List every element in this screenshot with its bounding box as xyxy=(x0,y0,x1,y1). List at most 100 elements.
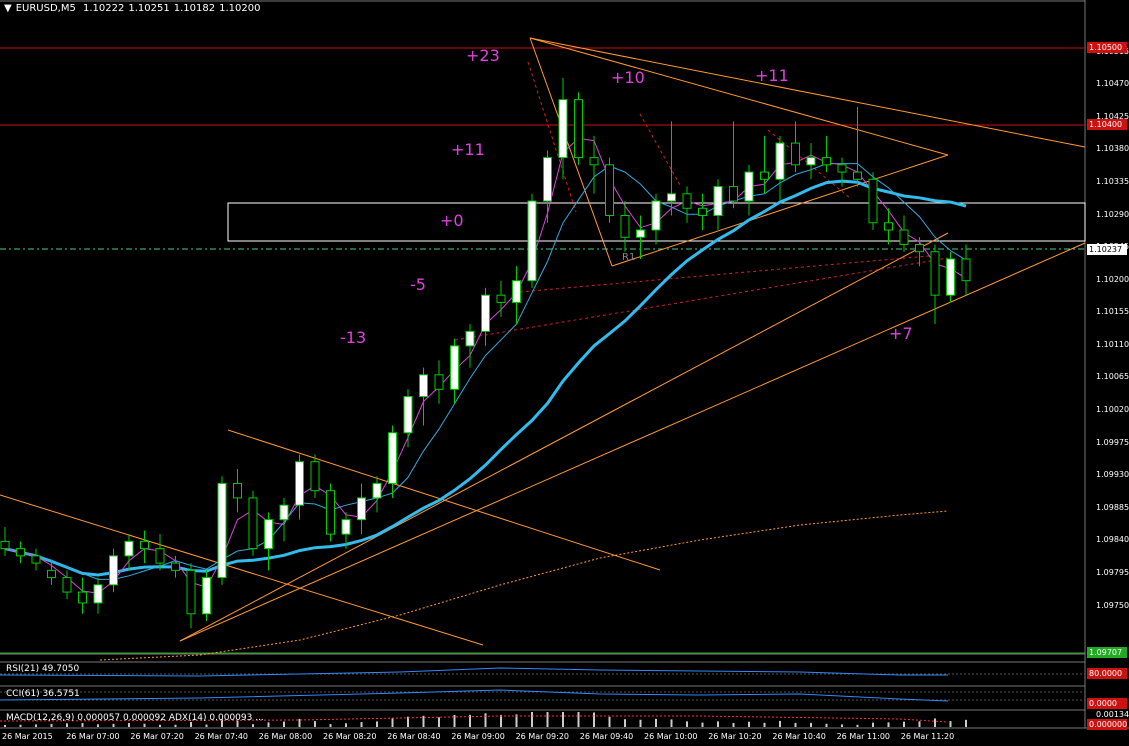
candle-body xyxy=(78,591,87,604)
candle-body xyxy=(543,157,552,202)
candle-body xyxy=(186,569,196,615)
candle-body xyxy=(403,396,413,434)
macd-bar xyxy=(949,721,952,727)
pip-label: +10 xyxy=(611,68,645,87)
macd-bar xyxy=(701,722,704,727)
candle-body xyxy=(775,142,785,180)
r1-label: R1 xyxy=(622,252,636,263)
time-tick: 26 Mar 10:20 xyxy=(708,732,762,741)
macd-bar xyxy=(717,721,719,727)
candle-body xyxy=(713,186,723,217)
price-chart[interactable] xyxy=(0,0,1129,746)
candle-body xyxy=(760,171,769,180)
trendline-down-2 xyxy=(227,429,661,571)
price-tick: 1.09795 xyxy=(1096,567,1129,577)
macd-bar xyxy=(639,719,642,727)
candle-body xyxy=(899,229,909,245)
price-tick: 1.10110 xyxy=(1096,339,1129,349)
candle-body xyxy=(31,555,41,564)
candle-body xyxy=(295,461,304,506)
macd-bar xyxy=(872,722,874,727)
time-tick: 26 Mar 10:40 xyxy=(772,732,826,741)
price-tick: 1.10335 xyxy=(1096,176,1129,186)
symbol-label: EURUSD,M5 xyxy=(15,3,76,14)
candle-body xyxy=(837,164,847,173)
candle-body xyxy=(124,540,134,557)
candle-body xyxy=(248,497,258,550)
ma-fast-line xyxy=(4,137,967,594)
rsi-label: RSI(21) 49.7050 xyxy=(6,664,80,674)
candle-body xyxy=(620,215,630,238)
ohlc-low: 1.10182 xyxy=(173,3,216,14)
macd-bar xyxy=(438,717,440,727)
candle-body xyxy=(853,171,862,180)
candle-body xyxy=(481,294,490,332)
candle-body xyxy=(729,186,738,202)
dropdown-triangle-icon[interactable]: ▼ xyxy=(4,3,12,14)
macd-bar xyxy=(934,718,936,727)
candle-body xyxy=(434,374,444,390)
candle-body xyxy=(341,519,351,535)
candle-body xyxy=(47,569,56,579)
rsi-level-tag: 80.0000 xyxy=(1087,668,1127,679)
macd-bar xyxy=(965,719,967,727)
macd-bar xyxy=(205,724,208,727)
candle-body xyxy=(884,222,893,231)
price-tag-resistance-1: 1.10500 xyxy=(1087,42,1127,53)
candle-body xyxy=(419,374,428,398)
candle-body xyxy=(233,482,242,499)
triangle-top xyxy=(529,37,949,156)
candle-body xyxy=(171,562,180,571)
macd-bar xyxy=(19,724,22,727)
candle-body xyxy=(589,157,599,166)
trendline-upper xyxy=(529,37,1086,148)
macd-bar xyxy=(856,724,859,727)
pip-label: +0 xyxy=(440,211,464,230)
time-tick: 26 Mar 08:00 xyxy=(258,732,313,741)
candle-body xyxy=(791,142,800,166)
candle-body xyxy=(930,251,940,296)
candle-body xyxy=(946,258,955,296)
macd-bar xyxy=(484,713,487,727)
macd-bar xyxy=(283,721,285,727)
price-tick: 1.09750 xyxy=(1096,600,1129,610)
ohlc-high: 1.10251 xyxy=(128,3,170,14)
pip-label: -5 xyxy=(410,275,426,294)
macd-bar xyxy=(763,722,766,727)
candle-body xyxy=(372,482,382,499)
time-tick: 26 Mar 2015 xyxy=(2,732,53,741)
time-tick: 26 Mar 09:20 xyxy=(515,732,570,741)
candle-body xyxy=(326,490,335,535)
candle-body xyxy=(744,171,754,202)
macd-bar xyxy=(4,725,6,727)
candle-body xyxy=(512,280,521,303)
macd-bar xyxy=(143,723,146,727)
pip-label: +23 xyxy=(466,46,500,65)
candle-body xyxy=(667,193,676,202)
macd-bar xyxy=(670,719,673,727)
candle-body xyxy=(558,99,568,159)
candle-body xyxy=(682,193,692,209)
price-tag-support: 1.09707 xyxy=(1087,647,1127,658)
candle-body xyxy=(527,200,537,282)
price-tick: 1.10155 xyxy=(1096,307,1129,317)
macd-bar xyxy=(608,716,611,727)
macd-bar xyxy=(794,722,797,727)
candle-body xyxy=(310,461,320,492)
macd-bar xyxy=(841,724,843,727)
chart-title: ▼ EURUSD,M5 1.10222 1.10251 1.10182 1.10200 xyxy=(4,3,264,14)
macd-bar xyxy=(128,723,130,727)
price-tick: 1.10020 xyxy=(1096,405,1129,415)
macd-bar xyxy=(546,712,549,727)
candle-body xyxy=(574,99,583,159)
candle-body xyxy=(264,519,273,550)
macd-bar xyxy=(376,721,378,727)
macd-bar xyxy=(825,723,828,727)
time-tick: 26 Mar 11:20 xyxy=(900,732,955,741)
macd-bar xyxy=(655,718,657,727)
macd-bar xyxy=(903,721,905,727)
candle-body xyxy=(605,164,614,217)
macd-bar xyxy=(732,722,735,727)
time-tick: 26 Mar 07:40 xyxy=(194,732,249,741)
candle-body xyxy=(915,243,924,253)
